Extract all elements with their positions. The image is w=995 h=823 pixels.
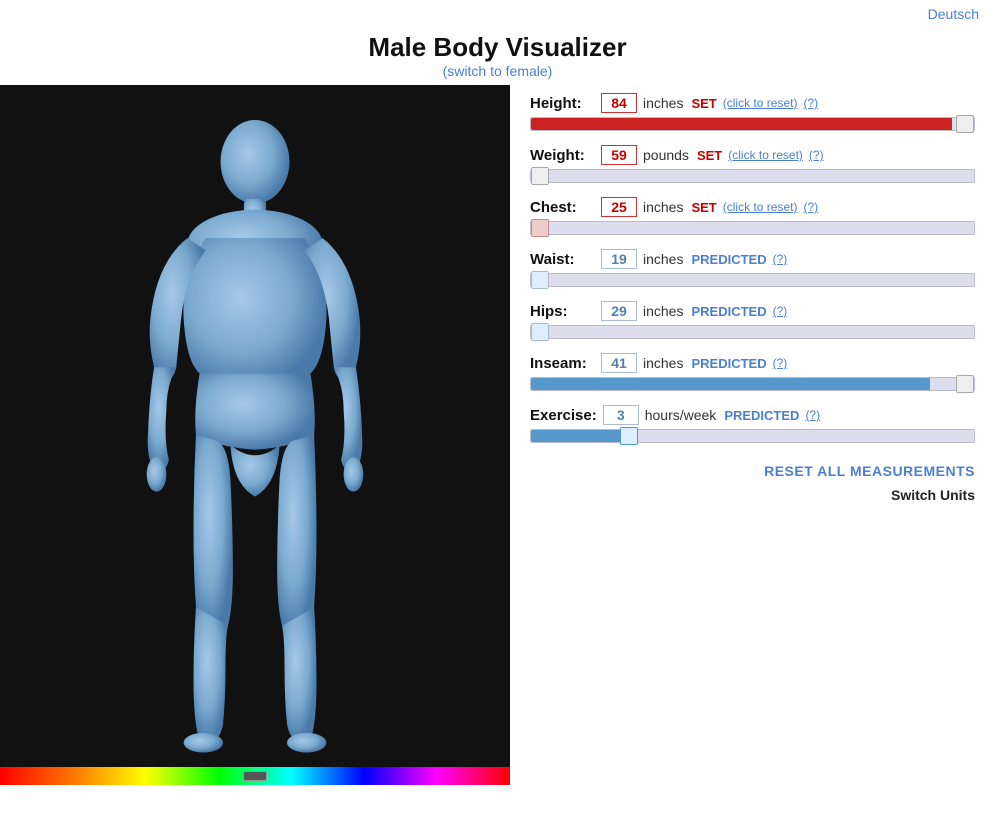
height-value[interactable]: 84: [601, 93, 637, 113]
inseam-label: Inseam:: [530, 355, 595, 372]
exercise-predicted: PREDICTED: [724, 408, 799, 423]
waist-value[interactable]: 19: [601, 249, 637, 269]
exercise-control: Exercise: 3 hours/week PREDICTED (?): [530, 405, 975, 443]
inseam-slider-track[interactable]: [530, 377, 975, 391]
weight-unit: pounds: [643, 147, 689, 163]
exercise-value[interactable]: 3: [603, 405, 639, 425]
waist-help-btn[interactable]: (?): [773, 252, 788, 266]
weight-set-btn[interactable]: SET: [697, 148, 722, 163]
waist-label: Waist:: [530, 251, 595, 268]
height-reset-btn[interactable]: (click to reset): [723, 96, 798, 110]
exercise-slider-container[interactable]: [530, 429, 975, 443]
height-set-btn[interactable]: SET: [691, 96, 716, 111]
waist-slider-thumb[interactable]: [531, 271, 549, 289]
inseam-help-btn[interactable]: (?): [773, 356, 788, 370]
height-slider-thumb[interactable]: [956, 115, 974, 133]
chest-slider-container[interactable]: [530, 221, 975, 235]
inseam-slider-fill: [531, 378, 930, 390]
bottom-actions: RESET ALL MEASUREMENTS Switch Units: [530, 463, 975, 503]
chest-reset-btn[interactable]: (click to reset): [723, 200, 798, 214]
hips-slider-container[interactable]: [530, 325, 975, 339]
height-slider-track[interactable]: [530, 117, 975, 131]
weight-help-btn[interactable]: (?): [809, 148, 824, 162]
language-link[interactable]: Deutsch: [928, 6, 979, 22]
weight-slider-thumb[interactable]: [531, 167, 549, 185]
color-bar-thumb[interactable]: [243, 771, 267, 781]
height-unit: inches: [643, 95, 683, 111]
chest-slider-track[interactable]: [530, 221, 975, 235]
waist-slider-container[interactable]: [530, 273, 975, 287]
inseam-control: Inseam: 41 inches PREDICTED (?): [530, 353, 975, 391]
hips-slider-thumb[interactable]: [531, 323, 549, 341]
controls-panel: Height: 84 inches SET (click to reset) (…: [510, 85, 995, 785]
chest-help-btn[interactable]: (?): [803, 200, 818, 214]
waist-unit: inches: [643, 251, 683, 267]
weight-reset-btn[interactable]: (click to reset): [728, 148, 803, 162]
exercise-slider-thumb[interactable]: [620, 427, 638, 445]
hips-predicted: PREDICTED: [691, 304, 766, 319]
chest-label: Chest:: [530, 199, 595, 216]
reset-all-button[interactable]: RESET ALL MEASUREMENTS: [764, 463, 975, 479]
color-bar[interactable]: [0, 767, 510, 785]
exercise-slider-track[interactable]: [530, 429, 975, 443]
hips-label: Hips:: [530, 303, 595, 320]
height-label: Height:: [530, 95, 595, 112]
inseam-unit: inches: [643, 355, 683, 371]
exercise-unit: hours/week: [645, 407, 717, 423]
waist-predicted: PREDICTED: [691, 252, 766, 267]
exercise-slider-fill: [531, 430, 620, 442]
weight-value[interactable]: 59: [601, 145, 637, 165]
hips-control: Hips: 29 inches PREDICTED (?): [530, 301, 975, 339]
weight-slider-container[interactable]: [530, 169, 975, 183]
weight-control: Weight: 59 pounds SET (click to reset) (…: [530, 145, 975, 183]
model-panel: [0, 85, 510, 785]
switch-gender-link[interactable]: (switch to female): [443, 63, 553, 79]
height-help-btn[interactable]: (?): [803, 96, 818, 110]
height-slider-fill: [531, 118, 952, 130]
hips-help-btn[interactable]: (?): [773, 304, 788, 318]
chest-unit: inches: [643, 199, 683, 215]
height-slider-container[interactable]: [530, 117, 975, 131]
hips-value[interactable]: 29: [601, 301, 637, 321]
exercise-help-btn[interactable]: (?): [805, 408, 820, 422]
chest-value[interactable]: 25: [601, 197, 637, 217]
height-control: Height: 84 inches SET (click to reset) (…: [530, 93, 975, 131]
exercise-label: Exercise:: [530, 407, 597, 424]
page-title: Male Body Visualizer: [0, 32, 995, 63]
inseam-slider-thumb[interactable]: [956, 375, 974, 393]
weight-slider-track[interactable]: [530, 169, 975, 183]
hips-slider-track[interactable]: [530, 325, 975, 339]
inseam-slider-container[interactable]: [530, 377, 975, 391]
waist-slider-track[interactable]: [530, 273, 975, 287]
weight-label: Weight:: [530, 147, 595, 164]
chest-slider-thumb[interactable]: [531, 219, 549, 237]
body-figure: [115, 115, 395, 755]
hips-unit: inches: [643, 303, 683, 319]
waist-control: Waist: 19 inches PREDICTED (?): [530, 249, 975, 287]
model-canvas: [0, 85, 510, 785]
chest-set-btn[interactable]: SET: [691, 200, 716, 215]
switch-units-button[interactable]: Switch Units: [891, 487, 975, 503]
inseam-predicted: PREDICTED: [691, 356, 766, 371]
inseam-value[interactable]: 41: [601, 353, 637, 373]
chest-control: Chest: 25 inches SET (click to reset) (?…: [530, 197, 975, 235]
